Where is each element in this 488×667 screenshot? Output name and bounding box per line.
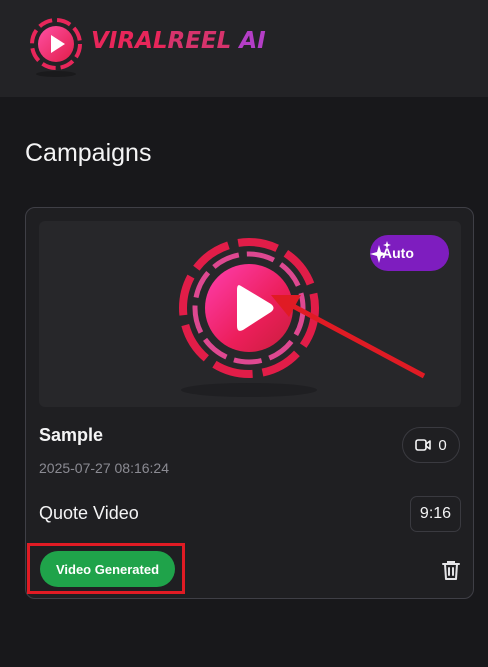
video-count-badge[interactable]: 0 — [402, 427, 460, 463]
logo-play-icon[interactable] — [28, 16, 84, 78]
aspect-ratio-badge: 9:16 — [410, 496, 461, 532]
campaign-name: Sample — [39, 425, 104, 445]
video-count-value: 0 — [438, 436, 447, 454]
trash-icon[interactable] — [439, 558, 463, 582]
brand-part-reel: REEL — [167, 28, 232, 54]
video-camera-icon — [415, 439, 432, 451]
sparkle-icon — [370, 241, 391, 263]
campaign-thumbnail[interactable]: Auto — [39, 221, 461, 407]
brand-part-viral: VIRAL — [91, 28, 168, 54]
app-header: VIRALREEL AI — [0, 0, 488, 97]
status-badge[interactable]: Video Generated — [40, 551, 175, 587]
campaign-card[interactable]: Auto Sample 2025-07-27 08:16:24 0 Quote … — [25, 207, 474, 599]
brand-name[interactable]: VIRALREEL AI — [91, 28, 266, 54]
video-type-label: Quote Video — [39, 503, 139, 523]
campaign-date: 2025-07-27 08:16:24 — [39, 460, 169, 476]
auto-badge[interactable]: Auto — [370, 235, 449, 271]
brand-part-ai: AI — [231, 28, 266, 54]
page-title: Campaigns — [25, 139, 152, 167]
